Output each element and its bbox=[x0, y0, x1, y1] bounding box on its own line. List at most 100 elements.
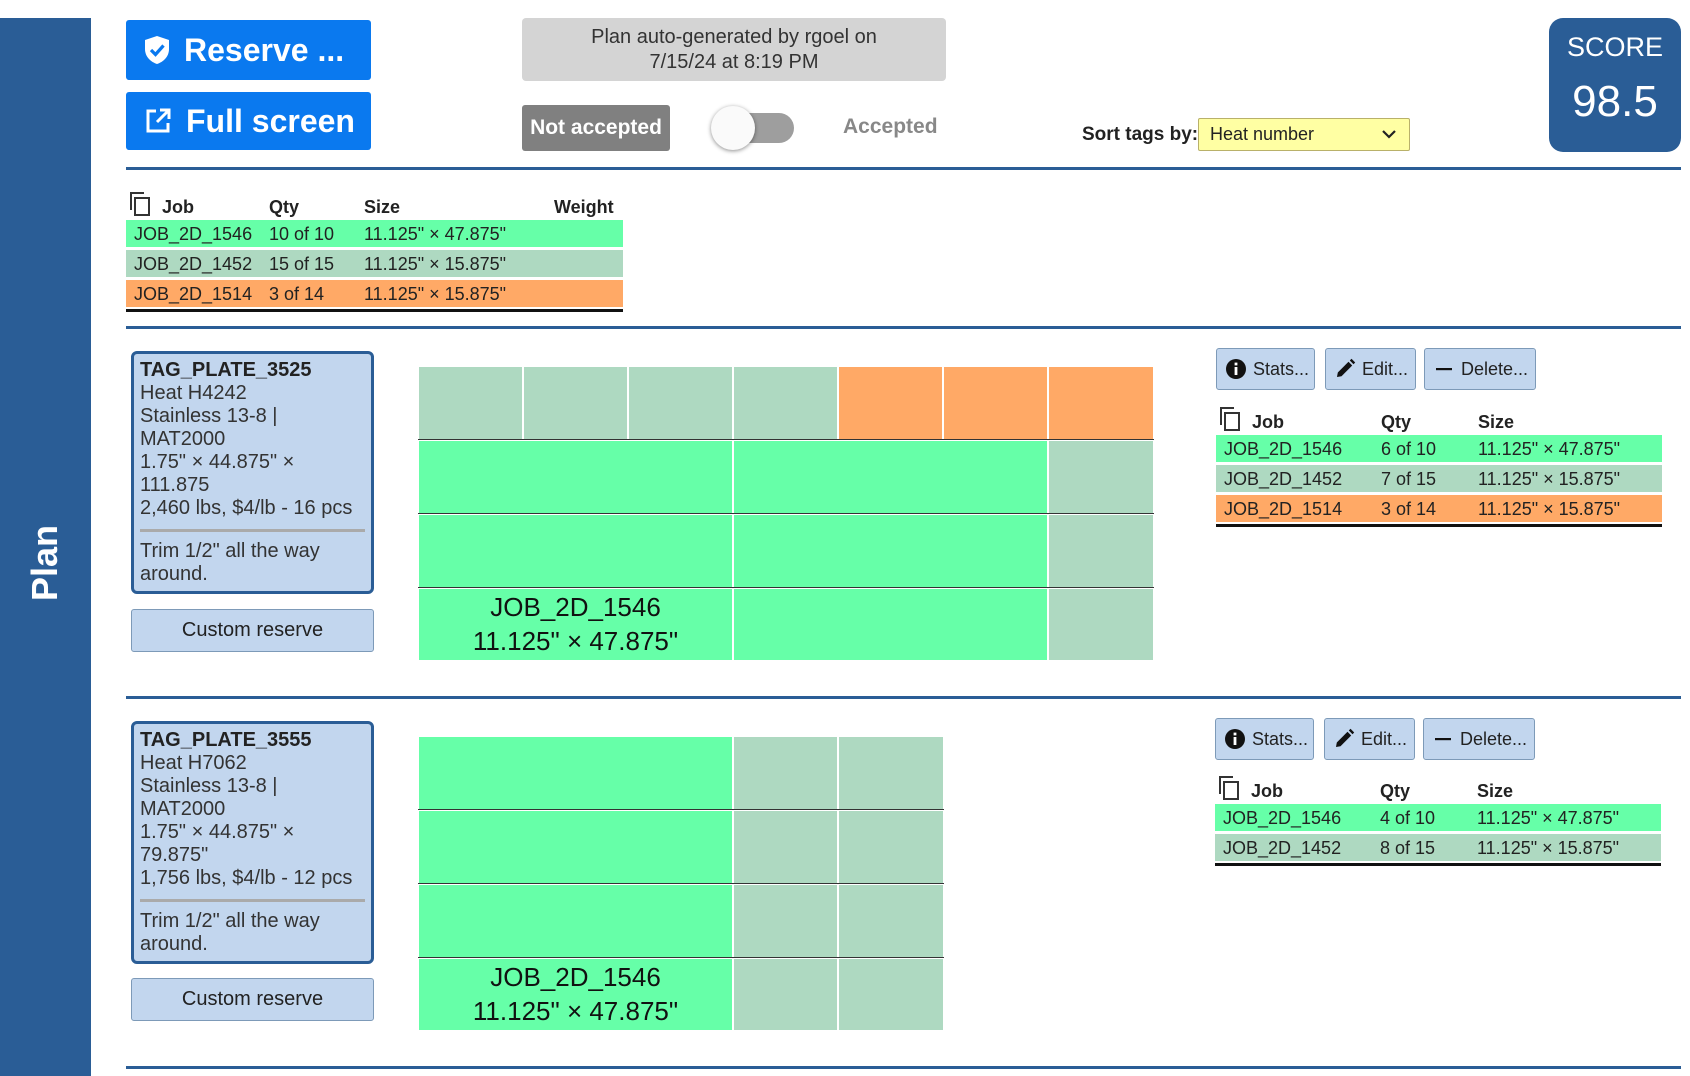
nest-piece[interactable] bbox=[733, 736, 838, 810]
cell-job: JOB_2D_1546 bbox=[1224, 439, 1343, 459]
custom-reserve-button[interactable]: Custom reserve bbox=[131, 609, 374, 652]
nest-piece[interactable] bbox=[838, 366, 943, 440]
sidebar-title: Plan bbox=[24, 524, 65, 602]
cell-qty: 6 of 10 bbox=[1381, 439, 1437, 459]
external-link-icon bbox=[146, 108, 171, 133]
row-separator bbox=[418, 587, 1154, 588]
nest-piece-job: JOB_2D_1546 bbox=[490, 962, 661, 992]
custom-reserve-button[interactable]: Custom reserve bbox=[131, 978, 374, 1021]
plate-note: Trim 1/2" all the way bbox=[140, 910, 320, 932]
nest-piece[interactable] bbox=[838, 736, 944, 810]
nest-piece[interactable] bbox=[418, 736, 733, 810]
copy-icon[interactable] bbox=[129, 191, 151, 217]
table-row[interactable]: JOB_2D_1452 7 of 15 11.125" × 15.875" bbox=[1216, 465, 1662, 492]
banner-line-1: Plan auto-generated by rgoel on bbox=[591, 26, 877, 48]
plate-tag: TAG_PLATE_3555 bbox=[140, 729, 312, 751]
nest-piece[interactable] bbox=[838, 958, 944, 1031]
card-separator bbox=[140, 899, 365, 902]
plate-tag: TAG_PLATE_3525 bbox=[140, 359, 312, 381]
delete-button[interactable]: Delete... bbox=[1424, 348, 1536, 390]
copy-icon[interactable] bbox=[1219, 406, 1241, 432]
stats-button[interactable]: Stats... bbox=[1216, 348, 1315, 390]
nest-piece[interactable] bbox=[733, 588, 1048, 661]
copy-icon[interactable] bbox=[1218, 775, 1240, 801]
table-header: Job Qty Size Weight bbox=[126, 188, 623, 220]
nest-piece[interactable] bbox=[943, 366, 1048, 440]
nest-piece[interactable] bbox=[838, 810, 944, 884]
chevron-down-icon bbox=[1382, 130, 1396, 139]
cell-job: JOB_2D_1514 bbox=[1224, 499, 1343, 519]
nest-piece[interactable] bbox=[733, 366, 838, 440]
accepted-label: Accepted bbox=[843, 115, 938, 138]
plate-note: around. bbox=[140, 933, 208, 955]
nest-piece[interactable] bbox=[733, 884, 838, 958]
nest-piece[interactable] bbox=[733, 514, 1048, 588]
table-row[interactable]: JOB_2D_1546 6 of 10 11.125" × 47.875" bbox=[1216, 435, 1662, 462]
nest-piece-label: JOB_2D_1546 11.125" × 47.875" bbox=[418, 960, 733, 1028]
edit-label: Edit... bbox=[1362, 358, 1409, 379]
sort-tags-select[interactable]: Heat number bbox=[1198, 118, 1410, 151]
table-row[interactable]: JOB_2D_1452 8 of 15 11.125" × 15.875" bbox=[1215, 834, 1661, 861]
shield-check-icon bbox=[145, 36, 169, 64]
table-bottom-rule bbox=[1215, 863, 1661, 866]
sidebar: Plan bbox=[0, 18, 91, 1076]
table-bottom-rule bbox=[1216, 524, 1662, 527]
cell-job: JOB_2D_1452 bbox=[134, 254, 253, 274]
plate-material: Stainless 13-8 | MAT2000 bbox=[140, 405, 278, 450]
accept-toggle-knob[interactable] bbox=[711, 106, 755, 150]
plate-card[interactable]: TAG_PLATE_3525 Heat H4242 Stainless 13-8… bbox=[131, 351, 374, 594]
nest-layout: JOB_2D_1546 11.125" × 47.875" bbox=[418, 736, 944, 1031]
plate-weight-price: 1,756 lbs, $4/lb - 12 pcs bbox=[140, 867, 353, 889]
nest-piece[interactable] bbox=[1048, 514, 1154, 588]
nest-piece[interactable] bbox=[523, 366, 628, 440]
nest-piece-size: 11.125" × 47.875" bbox=[472, 996, 679, 1026]
divider bbox=[126, 1066, 1681, 1069]
plate-job-table: Job Qty Size JOB_2D_1546 6 of 10 11.125"… bbox=[1216, 403, 1662, 527]
nest-piece[interactable] bbox=[838, 884, 944, 958]
delete-button[interactable]: Delete... bbox=[1423, 718, 1535, 760]
col-weight: Weight bbox=[554, 197, 614, 217]
row-separator bbox=[418, 809, 944, 810]
nest-piece[interactable] bbox=[1048, 366, 1154, 440]
table-header: Job Qty Size bbox=[1215, 772, 1661, 804]
col-qty: Qty bbox=[1381, 412, 1412, 432]
edit-button[interactable]: Edit... bbox=[1325, 348, 1416, 390]
nest-piece[interactable] bbox=[418, 514, 733, 588]
minus-icon bbox=[1435, 738, 1451, 741]
edit-label: Edit... bbox=[1361, 728, 1408, 749]
nest-piece[interactable] bbox=[418, 440, 733, 514]
cell-qty: 10 of 10 bbox=[269, 224, 335, 244]
nest-piece[interactable] bbox=[628, 366, 733, 440]
nest-piece[interactable] bbox=[733, 810, 838, 884]
table-row[interactable]: JOB_2D_1514 3 of 14 11.125" × 15.875" bbox=[126, 280, 623, 307]
fullscreen-button[interactable]: Full screen bbox=[126, 92, 371, 150]
card-separator bbox=[140, 529, 365, 532]
cell-qty: 3 of 14 bbox=[269, 284, 325, 304]
nest-piece[interactable] bbox=[1048, 440, 1154, 514]
info-icon bbox=[1225, 729, 1245, 749]
nest-piece[interactable] bbox=[733, 958, 838, 1031]
nest-layout: JOB_2D_1546 11.125" × 47.875" bbox=[418, 366, 1154, 661]
nest-piece[interactable] bbox=[733, 440, 1048, 514]
plan-info-banner: Plan auto-generated by rgoel on 7/15/24 … bbox=[522, 18, 946, 81]
nest-piece[interactable] bbox=[1048, 588, 1154, 661]
table-row[interactable]: JOB_2D_1546 4 of 10 11.125" × 47.875" bbox=[1215, 804, 1661, 831]
stats-button[interactable]: Stats... bbox=[1215, 718, 1314, 760]
table-row[interactable]: JOB_2D_1546 10 of 10 11.125" × 47.875" bbox=[126, 220, 623, 247]
table-row[interactable]: JOB_2D_1514 3 of 14 11.125" × 15.875" bbox=[1216, 495, 1662, 522]
edit-button[interactable]: Edit... bbox=[1324, 718, 1415, 760]
nest-piece[interactable] bbox=[418, 810, 733, 884]
minus-icon bbox=[1436, 368, 1452, 371]
cell-job: JOB_2D_1452 bbox=[1224, 469, 1343, 489]
plate-card[interactable]: TAG_PLATE_3555 Heat H7062 Stainless 13-8… bbox=[131, 721, 374, 964]
cell-qty: 3 of 14 bbox=[1381, 499, 1437, 519]
nest-piece[interactable] bbox=[418, 884, 733, 958]
cell-size: 11.125" × 15.875" bbox=[1478, 499, 1621, 519]
reserve-button[interactable]: Reserve ... bbox=[126, 20, 371, 80]
nest-piece[interactable] bbox=[418, 366, 523, 440]
sort-tags-selected: Heat number bbox=[1210, 124, 1315, 144]
row-separator bbox=[418, 883, 944, 884]
col-size: Size bbox=[1477, 781, 1514, 801]
table-row[interactable]: JOB_2D_1452 15 of 15 11.125" × 15.875" bbox=[126, 250, 623, 277]
not-accepted-label: Not accepted bbox=[522, 105, 670, 151]
